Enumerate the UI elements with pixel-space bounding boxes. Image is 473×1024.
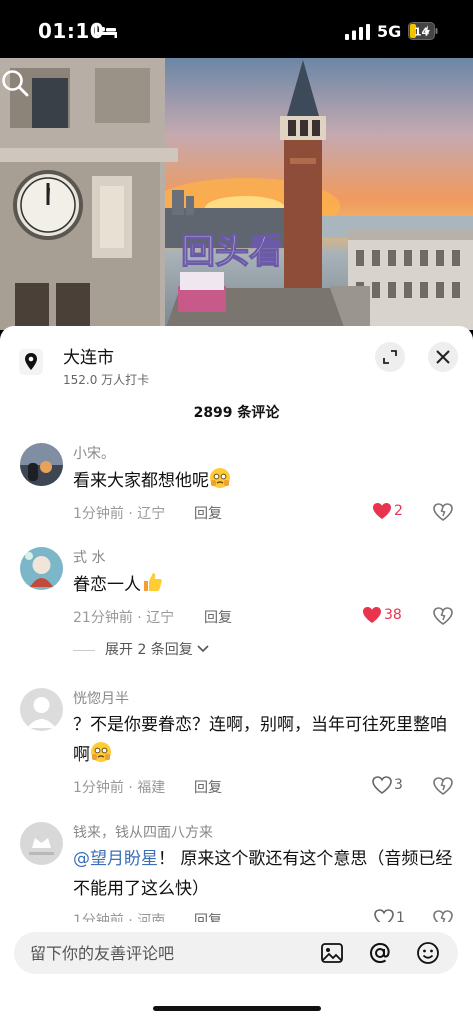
comments-count: 2899 条评论: [193, 405, 280, 421]
avatar[interactable]: [20, 688, 63, 731]
comment-username[interactable]: 式 水: [73, 547, 105, 567]
comment-username[interactable]: 钱来，钱从四面八方来: [73, 822, 213, 842]
expand-icon: [383, 350, 397, 364]
dislike-heart-icon[interactable]: [432, 502, 454, 522]
location-checkins: 152.0 万人打卡: [63, 373, 150, 387]
reply-button[interactable]: 回复: [194, 777, 222, 797]
battery-icon: 14: [408, 22, 438, 40]
comment-text: 眷恋一人: [73, 570, 458, 600]
thumbs-up-emoji-icon: [144, 573, 162, 591]
bed-icon: [95, 25, 117, 38]
signal-icon: [345, 24, 370, 40]
at-icon[interactable]: [368, 941, 392, 965]
emoji-icon[interactable]: [416, 941, 440, 965]
avatar[interactable]: [20, 822, 63, 865]
heart-icon: [372, 776, 392, 794]
status-bar: 01:10 5G 14: [0, 0, 473, 60]
heart-icon: [373, 503, 391, 519]
search-icon[interactable]: [0, 68, 30, 98]
like-count: 3: [394, 777, 403, 793]
network-label: 5G: [377, 22, 402, 41]
avatar[interactable]: [20, 547, 63, 590]
like-button[interactable]: 2: [372, 502, 412, 522]
like-count: 38: [384, 607, 402, 623]
hero-scene: 回头看: [0, 58, 473, 330]
comment-meta: 1分钟前 · 辽宁: [73, 506, 166, 522]
location-name[interactable]: 大连市: [63, 343, 114, 368]
avatar[interactable]: [20, 443, 63, 486]
comment-input[interactable]: [30, 932, 310, 974]
comment-username[interactable]: 恍惚月半: [73, 688, 129, 708]
comments-sheet: 大连市 152.0 万人打卡 2899 条评论 小宋。 看来大家都想他呢 1分钟…: [0, 326, 473, 1024]
mention-link[interactable]: @望月盼星: [73, 849, 158, 869]
like-count: 2: [394, 503, 403, 519]
divider: [73, 649, 95, 651]
heart-icon: [363, 607, 381, 623]
close-icon: [436, 350, 450, 364]
home-indicator[interactable]: [153, 1006, 321, 1011]
hero-overlay-text: 回头看: [181, 232, 283, 272]
reply-button[interactable]: 回复: [194, 503, 222, 523]
chevron-down-icon: [197, 645, 209, 653]
close-button[interactable]: [428, 342, 458, 372]
comment-text: @望月盼星！ 原来这个歌还有这个意思（音频已经不能用了这么快）: [73, 849, 453, 899]
expand-button[interactable]: [375, 342, 405, 372]
comment-input-box[interactable]: [14, 932, 458, 974]
reply-button[interactable]: 回复: [204, 607, 232, 627]
dislike-heart-icon[interactable]: [432, 776, 454, 796]
hero-photo[interactable]: 回头看: [0, 58, 473, 330]
comment-meta: 1分钟前 · 福建: [73, 780, 166, 796]
comment-text: 看来大家都想他呢: [73, 466, 458, 496]
image-icon[interactable]: [320, 941, 344, 965]
dislike-heart-icon[interactable]: [432, 606, 454, 626]
like-button[interactable]: 3: [372, 776, 412, 796]
location-pin-icon: [19, 349, 43, 375]
teary-face-emoji-icon: [91, 742, 111, 762]
like-button[interactable]: 38: [362, 606, 412, 626]
comment-meta: 21分钟前 · 辽宁: [73, 610, 175, 626]
comment-username[interactable]: 小宋。: [73, 443, 115, 463]
comment-input-bar: [0, 922, 473, 1024]
expand-replies-button[interactable]: 展开 2 条回复: [73, 639, 209, 659]
comment-text: ？不是你要眷恋？连啊，别啊，当年可往死里整咱啊: [73, 715, 447, 765]
teary-face-emoji-icon: [210, 468, 230, 488]
